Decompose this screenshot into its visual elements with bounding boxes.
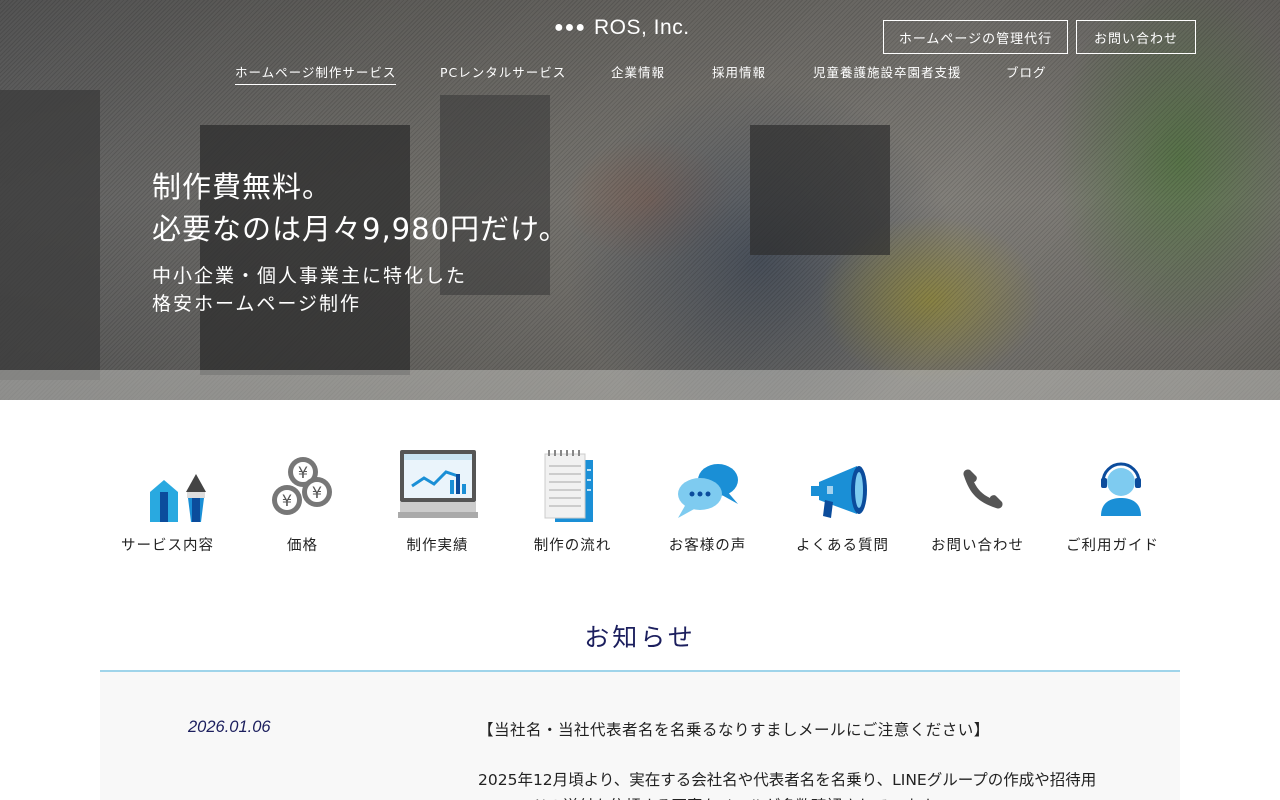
nav-item-pc-rental[interactable]: PCレンタルサービス	[440, 62, 566, 84]
menu-item-works[interactable]: 制作実績	[370, 440, 505, 560]
pencil-pen-icon	[149, 474, 206, 522]
news-heading[interactable]: 【当社名・当社代表者名を名乗るなりすましメールにご注意ください】	[478, 718, 990, 740]
menu-item-voice[interactable]: お客様の声	[640, 440, 775, 560]
logo-text: ROS, Inc.	[594, 16, 690, 39]
hero-photo-monitor	[750, 125, 890, 255]
menu-item-price[interactable]: ¥ ¥ ¥ 価格	[235, 440, 370, 560]
hero-subheadline: 中小企業・個人事業主に特化した 格安ホームページ制作	[152, 262, 569, 318]
menu-item-label: 価格	[287, 538, 318, 554]
menu-item-label: ご利用ガイド	[1066, 538, 1159, 554]
service-icon-menu: サービス内容 ¥ ¥ ¥ 価格 制作実績 制作の流れ お客様の声 よくある質問 …	[100, 440, 1180, 560]
phone-icon	[962, 469, 1003, 509]
svg-text:¥: ¥	[297, 463, 307, 482]
headset-operator-icon	[1100, 462, 1141, 516]
menu-item-service[interactable]: サービス内容	[100, 440, 235, 560]
site-logo[interactable]: ●●● ROS, Inc.	[554, 16, 690, 40]
menu-item-label: お客様の声	[668, 538, 747, 554]
menu-item-flow[interactable]: 制作の流れ	[505, 440, 640, 560]
menu-item-contact[interactable]: お問い合わせ	[910, 440, 1045, 560]
nav-item-website-service[interactable]: ホームページ制作サービス	[235, 62, 397, 85]
yen-coins-icon: ¥ ¥ ¥	[271, 457, 332, 515]
news-body: 2025年12月頃より、実在する会社名や代表者名を名乗り、LINEグループの作成…	[478, 771, 1097, 800]
monitor-chart-icon	[397, 450, 478, 518]
menu-item-label: お問い合わせ	[931, 538, 1024, 554]
hero-sub-line: 格安ホームページ制作	[152, 293, 362, 315]
menu-item-guide[interactable]: ご利用ガイド	[1045, 440, 1180, 560]
nav-item-support[interactable]: 児童養護施設卒園者支援	[813, 62, 962, 84]
hero-photo-desk	[0, 370, 1280, 400]
menu-item-label: 制作の流れ	[533, 538, 612, 554]
news-section-title: お知らせ	[584, 623, 696, 652]
news-list: 2026.01.06 【当社名・当社代表者名を名乗るなりすましメールにご注意くだ…	[100, 672, 1180, 800]
management-service-button[interactable]: ホームページの管理代行	[883, 20, 1068, 54]
logo-dots: ●●●	[554, 19, 586, 36]
speech-bubble-icon	[677, 464, 738, 518]
hero-photo-monitor	[0, 90, 100, 380]
nav-item-company[interactable]: 企業情報	[611, 62, 665, 84]
nav-item-recruit[interactable]: 採用情報	[712, 62, 766, 84]
hero-headline-line: 必要なのは月々9,980円だけ。	[152, 212, 569, 246]
hero-headline-line: 制作費無料。	[152, 170, 333, 204]
hero-sub-line: 中小企業・個人事業主に特化した	[152, 265, 468, 287]
svg-text:¥: ¥	[281, 491, 291, 510]
hero-banner: ●●● ROS, Inc. ホームページの管理代行 お問い合わせ ホームページ制…	[0, 0, 1280, 400]
menu-item-faq[interactable]: よくある質問	[775, 440, 910, 560]
megaphone-icon	[810, 466, 867, 518]
hero-copy: 制作費無料。 必要なのは月々9,980円だけ。 中小企業・個人事業主に特化した …	[152, 166, 569, 318]
news-date: 2026.01.06	[188, 718, 271, 736]
menu-item-label: 制作実績	[406, 538, 469, 554]
main-nav: ホームページ制作サービス PCレンタルサービス 企業情報 採用情報 児童養護施設…	[0, 62, 1280, 85]
menu-item-label: サービス内容	[121, 538, 214, 554]
svg-text:¥: ¥	[311, 483, 321, 502]
notepad-icon	[544, 450, 593, 522]
contact-button[interactable]: お問い合わせ	[1076, 20, 1196, 54]
nav-item-blog[interactable]: ブログ	[1006, 62, 1047, 84]
hero-headline: 制作費無料。 必要なのは月々9,980円だけ。	[152, 166, 569, 250]
menu-item-label: よくある質問	[796, 538, 889, 554]
